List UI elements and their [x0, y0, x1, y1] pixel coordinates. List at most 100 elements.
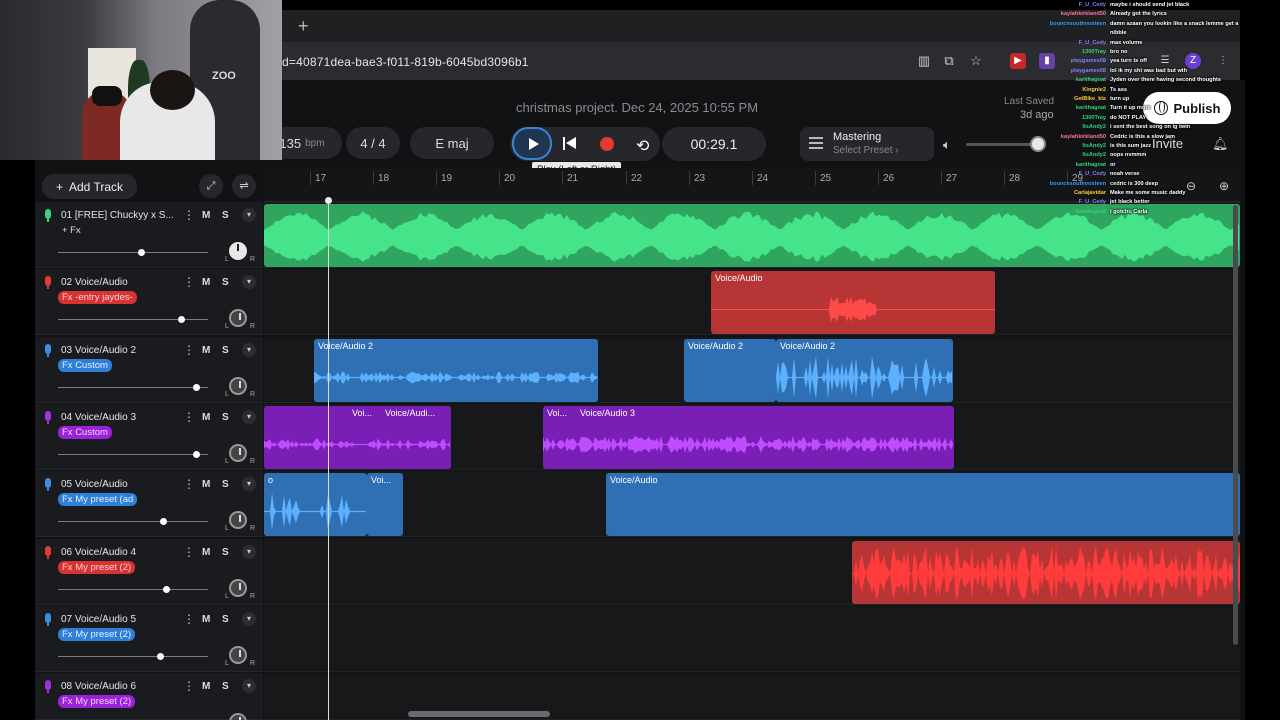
clip-voice-audio-2c[interactable]: Voice/Audio 2 — [776, 339, 953, 402]
chevron-down-icon[interactable]: ▾ — [242, 477, 256, 491]
fx-preset-badge[interactable]: Fx My preset (2) — [58, 695, 136, 708]
fx-preset-badge[interactable]: Fx My preset (2) — [58, 561, 136, 574]
track-name[interactable]: 04 Voice/Audio 3 — [61, 412, 136, 423]
clip-voice-audio[interactable]: Voice/Audio — [711, 271, 995, 334]
chevron-down-icon[interactable]: ▾ — [242, 343, 256, 357]
track-menu-icon[interactable]: ⋮ — [183, 546, 195, 558]
pan-knob[interactable] — [229, 646, 247, 664]
solo-button[interactable]: S — [222, 210, 229, 221]
mute-button[interactable]: M — [202, 479, 210, 490]
mixer-icon[interactable]: ⇌ — [232, 174, 256, 198]
chevron-down-icon[interactable]: ▾ — [242, 410, 256, 424]
chevron-down-icon[interactable]: ▾ — [242, 545, 256, 559]
fx-preset-badge[interactable]: Fx Custom — [58, 426, 112, 439]
mic-icon[interactable] — [45, 546, 51, 559]
fx-preset-badge[interactable]: Fx -entry jaydes- — [58, 291, 137, 304]
chevron-down-icon[interactable]: ▾ — [242, 679, 256, 693]
mute-button[interactable]: M — [202, 345, 210, 356]
solo-button[interactable]: S — [222, 479, 229, 490]
track-name[interactable]: 07 Voice/Audio 5 — [61, 614, 136, 625]
track-volume-slider[interactable] — [58, 589, 208, 590]
track-name[interactable]: 05 Voice/Audio — [61, 479, 128, 490]
cast-icon[interactable]: ⧉ — [941, 53, 957, 69]
clip-voice-audio-3b[interactable]: Voi... Voice/Audio 3 — [543, 406, 954, 469]
clip-voice-audio-2[interactable]: Voice/Audio 2 — [314, 339, 598, 402]
track-volume-handle[interactable] — [160, 518, 167, 525]
mic-icon[interactable] — [45, 344, 51, 357]
pan-knob[interactable] — [229, 242, 247, 260]
skip-back-icon[interactable] — [563, 137, 577, 150]
track-volume-slider[interactable] — [58, 252, 208, 253]
clip-voice-audio-4[interactable] — [852, 541, 1240, 604]
track-menu-icon[interactable]: ⋮ — [183, 209, 195, 221]
track-menu-icon[interactable]: ⋮ — [183, 344, 195, 356]
track-volume-handle[interactable] — [193, 384, 200, 391]
mic-icon[interactable] — [45, 209, 51, 222]
track-volume-handle[interactable] — [138, 249, 145, 256]
add-track-button[interactable]: + Add Track — [42, 174, 137, 199]
track-volume-slider[interactable] — [58, 454, 208, 455]
track-volume-handle[interactable] — [193, 451, 200, 458]
pan-knob[interactable] — [229, 511, 247, 529]
extension-red-icon[interactable]: ▶ — [1010, 53, 1026, 69]
automation-icon[interactable]: ⤢ — [199, 174, 223, 198]
fx-preset-badge[interactable]: + Fx — [58, 224, 85, 237]
pan-knob[interactable] — [229, 309, 247, 327]
fx-preset-badge[interactable]: Fx My preset (ad — [58, 493, 138, 506]
mastering-preset[interactable]: Select Preset › — [833, 145, 899, 156]
clip-voice-audio-3a[interactable]: Voi... Voice/Audi... — [264, 406, 451, 469]
chevron-down-icon[interactable]: ▾ — [242, 275, 256, 289]
solo-button[interactable]: S — [222, 345, 229, 356]
track-name[interactable]: 03 Voice/Audio 2 — [61, 345, 136, 356]
mute-button[interactable]: M — [202, 614, 210, 625]
play-button[interactable] — [512, 127, 552, 160]
clip-voice-audio-5b[interactable]: Voi... — [367, 473, 403, 536]
track-name[interactable]: 06 Voice/Audio 4 — [61, 547, 136, 558]
track-name[interactable]: 01 [FREE] Chuckyy x S... — [61, 210, 174, 221]
track-menu-icon[interactable]: ⋮ — [183, 613, 195, 625]
track-volume-handle[interactable] — [178, 316, 185, 323]
track-volume-handle[interactable] — [163, 586, 170, 593]
reader-mode-icon[interactable]: ▥ — [916, 53, 932, 69]
solo-button[interactable]: S — [222, 547, 229, 558]
project-title[interactable]: christmas project. Dec 24, 2025 10:55 PM — [516, 100, 758, 115]
time-signature-control[interactable]: 4 / 4 — [346, 127, 400, 159]
track-volume-slider[interactable] — [58, 319, 208, 320]
mic-icon[interactable] — [45, 613, 51, 626]
loop-icon[interactable]: ⟲ — [636, 136, 649, 156]
mic-icon[interactable] — [45, 411, 51, 424]
mic-icon[interactable] — [45, 478, 51, 491]
track-name[interactable]: 02 Voice/Audio — [61, 277, 128, 288]
pan-knob[interactable] — [229, 377, 247, 395]
mic-icon[interactable] — [45, 276, 51, 289]
solo-button[interactable]: S — [222, 412, 229, 423]
track-menu-icon[interactable]: ⋮ — [183, 680, 195, 692]
track-name[interactable]: 08 Voice/Audio 6 — [61, 681, 136, 692]
mic-icon[interactable] — [45, 680, 51, 693]
horizontal-scrollbar[interactable] — [408, 711, 550, 717]
track-menu-icon[interactable]: ⋮ — [183, 478, 195, 490]
new-tab-button[interactable]: + — [298, 16, 309, 37]
pan-knob[interactable] — [229, 444, 247, 462]
speaker-icon[interactable]: 🔈︎ — [943, 137, 951, 153]
track-volume-handle[interactable] — [157, 653, 164, 660]
solo-button[interactable]: S — [222, 614, 229, 625]
clip-voice-audio-5a[interactable]: o — [264, 473, 367, 536]
vertical-scrollbar[interactable] — [1233, 205, 1238, 645]
fx-preset-badge[interactable]: Fx My preset (2) — [58, 628, 136, 641]
key-control[interactable]: E maj — [410, 127, 494, 159]
playhead[interactable] — [328, 198, 329, 720]
track-volume-slider[interactable] — [58, 387, 208, 388]
pan-knob[interactable] — [229, 579, 247, 597]
mute-button[interactable]: M — [202, 547, 210, 558]
track-volume-slider[interactable] — [58, 521, 208, 522]
record-button[interactable] — [600, 137, 614, 151]
track-menu-icon[interactable]: ⋮ — [183, 411, 195, 423]
mute-button[interactable]: M — [202, 412, 210, 423]
chevron-down-icon[interactable]: ▾ — [242, 612, 256, 626]
clip-voice-audio-5c[interactable]: Voice/Audio — [606, 473, 1240, 536]
url-text[interactable]: d=40871dea-bae3-f011-819b-6045bd3096b1 — [282, 55, 529, 69]
clip-voice-audio-2b[interactable]: Voice/Audio 2 — [684, 339, 776, 402]
mute-button[interactable]: M — [202, 277, 210, 288]
fx-preset-badge[interactable]: Fx Custom — [58, 359, 112, 372]
